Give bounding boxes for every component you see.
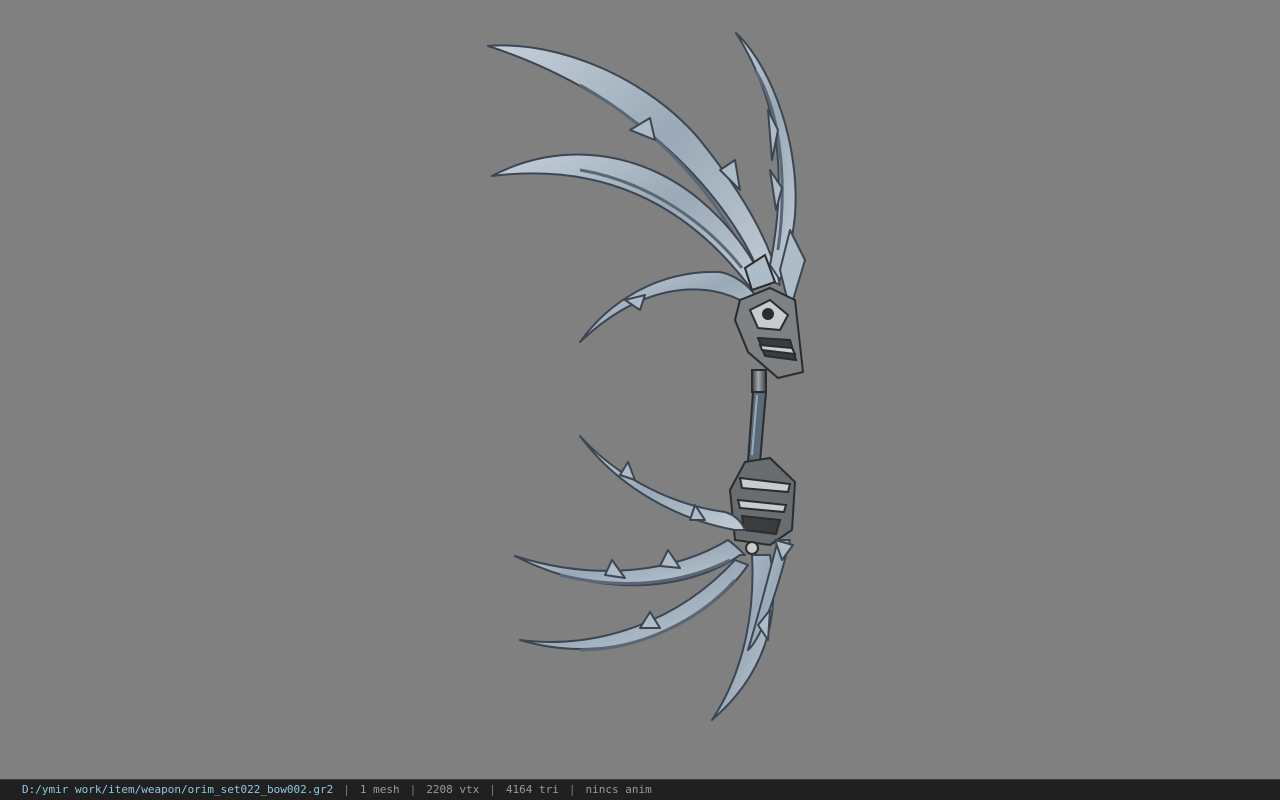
status-bar: D:/ymir work/item/weapon/orim_set022_bow… [0, 779, 1280, 800]
grip-shaft [746, 369, 768, 463]
separator: | [489, 783, 496, 796]
separator: | [343, 783, 350, 796]
file-path: D:/ymir work/item/weapon/orim_set022_bow… [22, 783, 334, 796]
mesh-count: 1 mesh [359, 783, 400, 796]
lower-blade-2 [514, 539, 746, 587]
lower-blade-1 [579, 435, 746, 531]
upper-blade-4 [579, 270, 756, 343]
separator: | [568, 783, 576, 796]
separator: | [409, 783, 417, 796]
bow-model-render[interactable] [0, 0, 1280, 779]
animation-status: nincs anim [585, 783, 652, 796]
triangle-count: 4164 tri [505, 783, 559, 796]
vertex-count: 2208 vtx [426, 783, 480, 796]
3d-viewport[interactable] [0, 0, 1280, 779]
